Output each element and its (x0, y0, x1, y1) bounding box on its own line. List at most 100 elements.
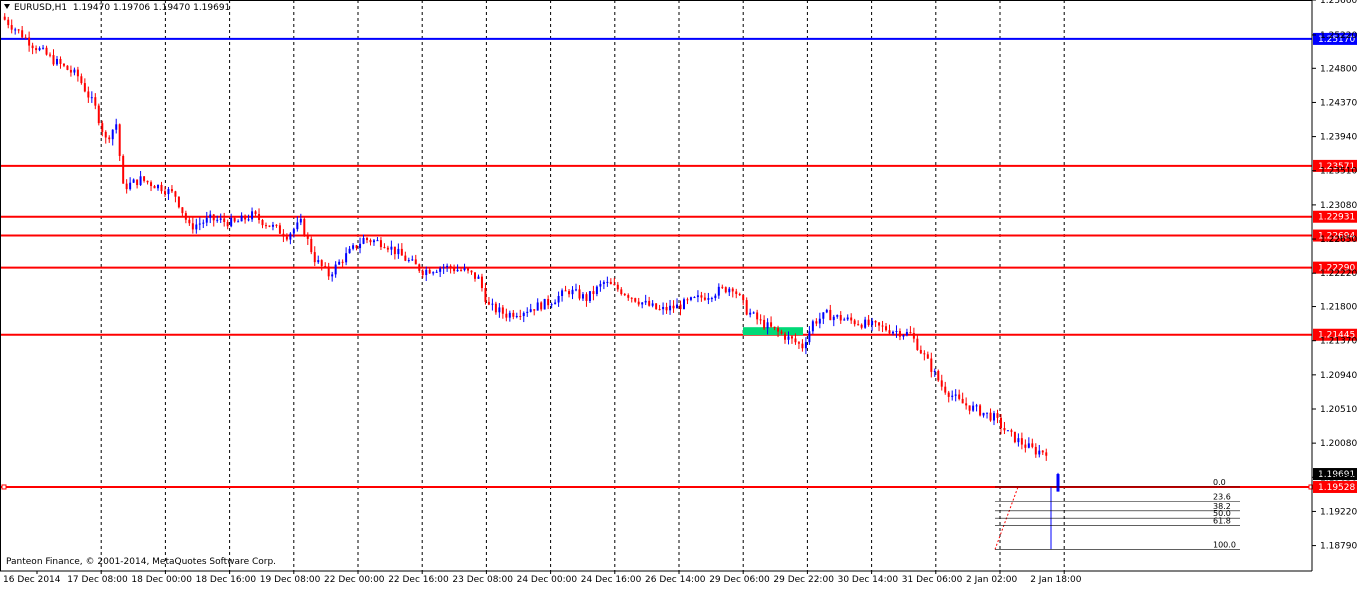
candle-body (676, 304, 679, 309)
candle-body (52, 55, 55, 65)
candle-body (703, 297, 706, 300)
candle-body (1020, 438, 1023, 445)
candle-body (777, 327, 780, 332)
candle-body (313, 252, 316, 263)
candle-body (42, 47, 45, 49)
candle-body (787, 336, 790, 340)
time-axis-label: 30 Dec 14:00 (838, 575, 899, 585)
candle-body (198, 223, 201, 225)
candle-body (1024, 444, 1027, 448)
time-axis-label: 2 Jan 18:00 (1030, 575, 1082, 585)
candle-body (944, 386, 947, 393)
time-axis-label: 26 Dec 14:00 (645, 575, 706, 585)
price-chart-svg[interactable]: 1.251701.235711.229311.226941.222901.214… (0, 0, 1358, 587)
symbol-label: EURUSD,H1 (14, 3, 68, 13)
price-axis-label: 1.21370 (1320, 337, 1357, 347)
candle-body (66, 65, 69, 70)
candle-body (442, 267, 445, 269)
candle-body (432, 272, 435, 274)
candle-body (233, 217, 236, 222)
chart-area[interactable]: 1.25170 1.23571 1.22931 1.22694 1.22290 1.214… (0, 0, 1358, 587)
candle-body (891, 331, 894, 334)
candle-body (832, 316, 835, 321)
candle-body (407, 260, 410, 262)
candle-body (90, 97, 93, 99)
candle-body (278, 225, 281, 234)
grid (100, 0, 1065, 571)
candle-body (501, 307, 504, 314)
candle-body (682, 299, 685, 310)
candle-body (613, 284, 616, 286)
candle-body (815, 321, 818, 324)
candle-body (658, 309, 661, 311)
candle-body (261, 219, 264, 226)
candle-body (773, 326, 776, 328)
candle-body (515, 316, 518, 318)
candle-body (320, 260, 323, 267)
candle-body (599, 283, 602, 287)
candle-body (494, 303, 497, 313)
candle-body (505, 313, 508, 318)
candle-body (230, 217, 233, 227)
candle-body (87, 91, 90, 98)
candle-body (853, 320, 856, 325)
candle-body (689, 297, 692, 300)
level-endpoint-marker (1, 484, 7, 490)
price-axis-label: 1.23080 (1320, 201, 1357, 211)
candle-body (101, 123, 104, 132)
candle-body (1045, 452, 1048, 456)
candle-body (153, 186, 156, 189)
symbol-header: EURUSD,H1 1.19470 1.19706 1.19470 1.1969… (4, 3, 230, 13)
candle-body (219, 218, 222, 220)
dropdown-triangle-icon[interactable] (4, 4, 10, 9)
candle-body (136, 179, 139, 186)
candle-body (881, 325, 884, 327)
candle-body (271, 224, 274, 227)
candle-body (1038, 450, 1041, 455)
candle-body (839, 315, 842, 321)
candle-body (655, 303, 658, 310)
candle-body (738, 294, 741, 296)
candle-body (390, 246, 393, 250)
candle-body (132, 179, 135, 183)
candle-body (811, 321, 814, 332)
candle-body (672, 305, 675, 309)
candle-body (836, 315, 839, 317)
candle-body (49, 54, 52, 56)
candle-body (393, 246, 396, 255)
candle-body (150, 182, 153, 187)
candle-body (7, 19, 10, 26)
candle-body (352, 245, 355, 249)
price-axis-label: 1.20510 (1320, 405, 1357, 415)
candle-body (808, 331, 811, 343)
candle-body (951, 395, 954, 397)
candle-body (484, 288, 487, 302)
candle-body (634, 298, 637, 302)
candle-body (850, 317, 853, 321)
candle-body (571, 289, 574, 295)
candle-body (620, 289, 623, 295)
candle-body (905, 332, 908, 336)
time-axis-label: 18 Dec 00:00 (131, 575, 192, 585)
candle-body (790, 336, 793, 339)
candle-body (1031, 443, 1034, 447)
candle-body (345, 253, 348, 263)
time-axis-label: 29 Dec 22:00 (773, 575, 834, 585)
candle-body (129, 182, 132, 190)
candle-body (975, 405, 978, 407)
candle-body (73, 69, 76, 73)
candle-body (648, 300, 651, 306)
highlight-box (743, 327, 803, 336)
price-axis-label: 1.24800 (1320, 64, 1357, 74)
candle-body (801, 343, 804, 349)
candle-body (10, 25, 13, 30)
candle-body (143, 176, 146, 181)
fibonacci-retracement: 0.023.638.250.061.8100.0 (994, 478, 1240, 550)
candle-body (498, 307, 501, 313)
price-axis-label: 1.22220 (1320, 269, 1357, 279)
candle-body (606, 281, 609, 283)
candle-body (170, 189, 173, 192)
candle-body (69, 69, 72, 73)
candle-body (989, 412, 992, 421)
candle-body (804, 342, 807, 349)
